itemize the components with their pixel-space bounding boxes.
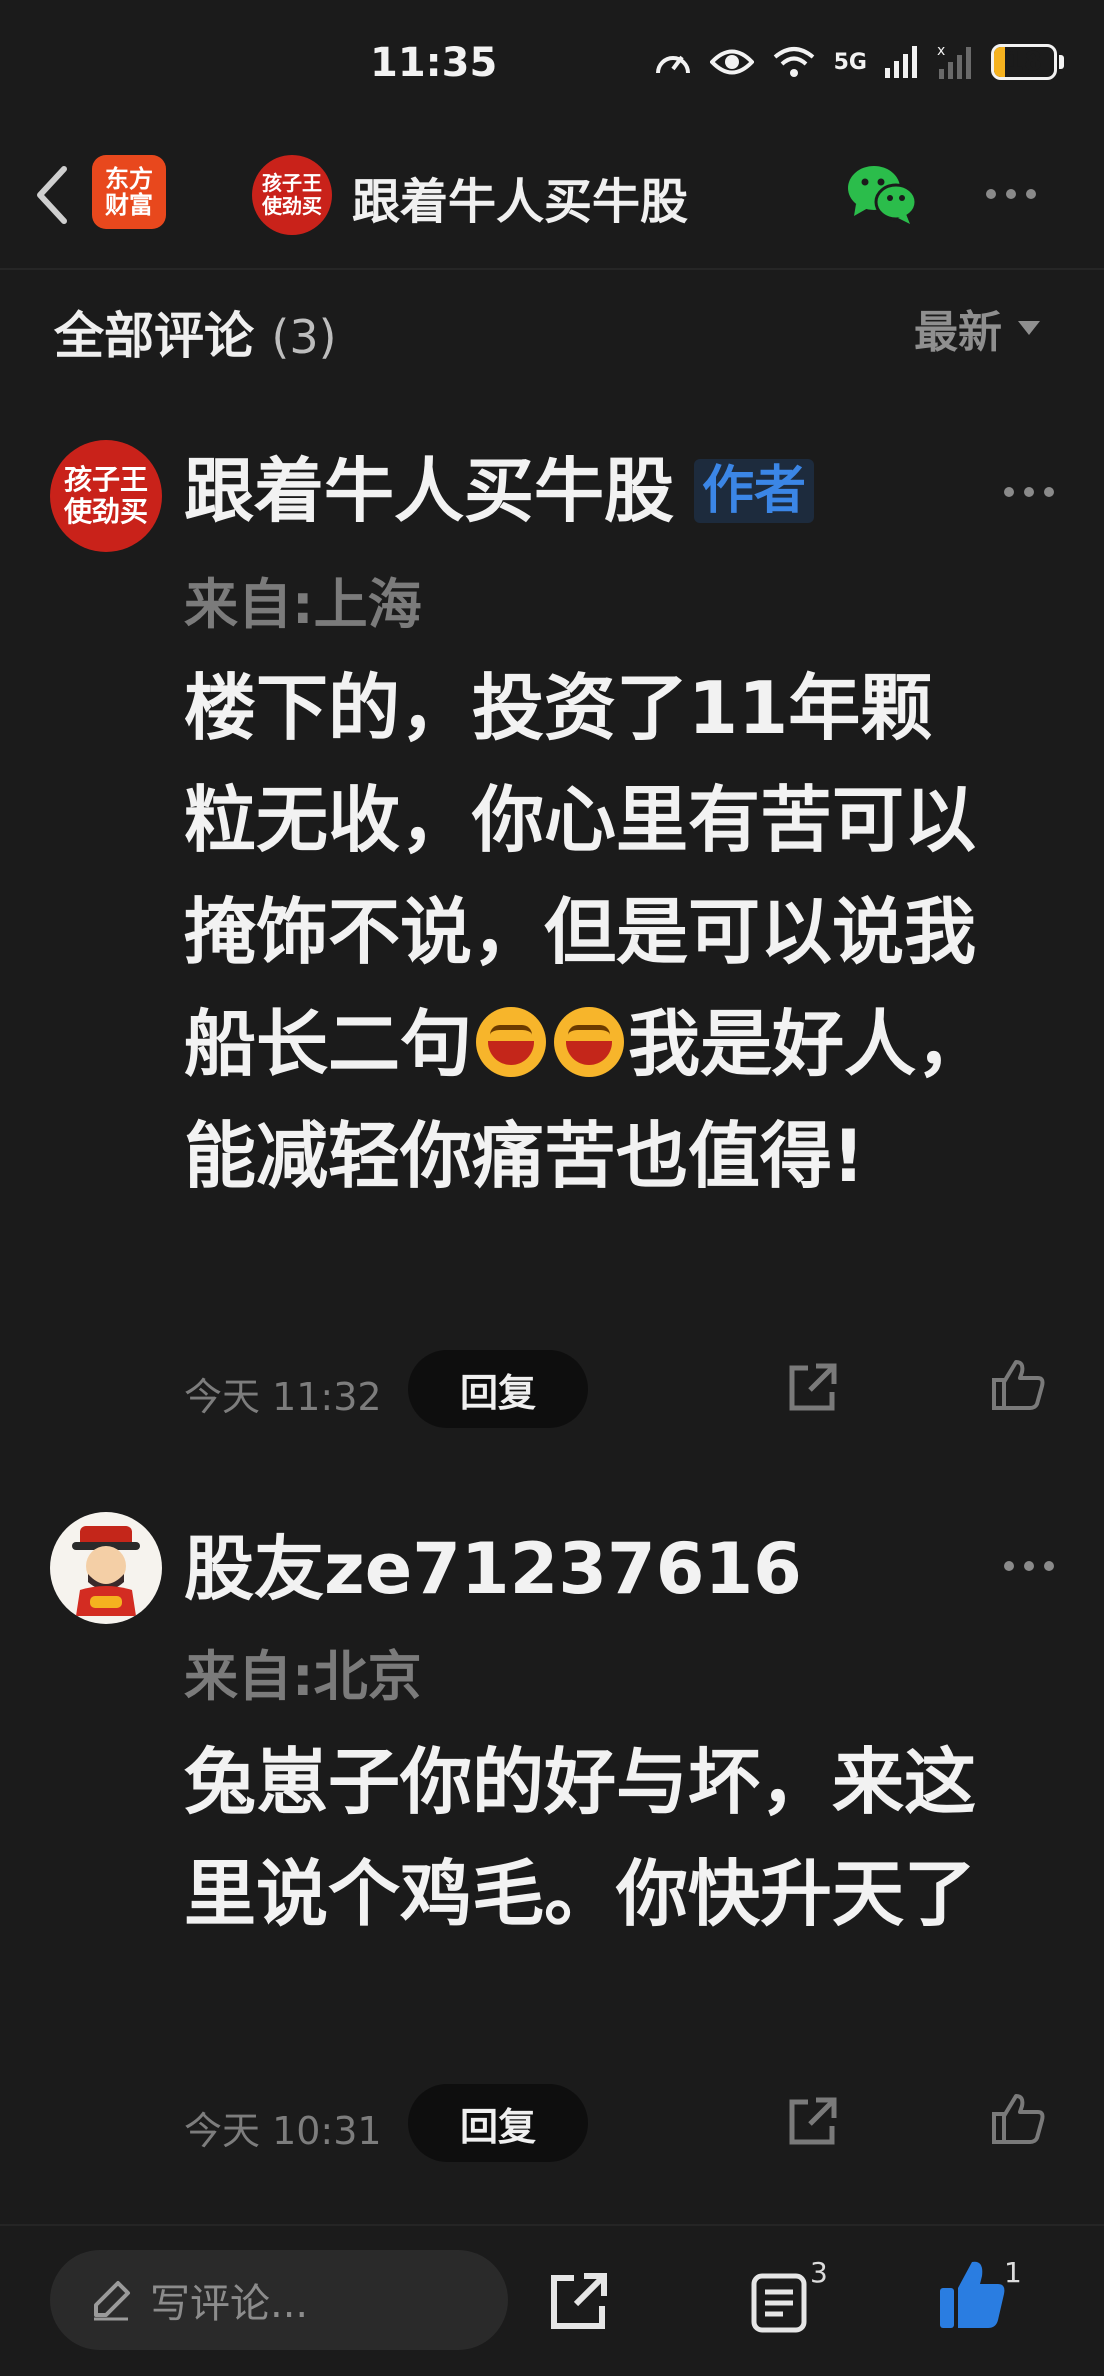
share-comment-button[interactable] <box>784 1360 840 1420</box>
share-post-button[interactable] <box>546 2270 610 2338</box>
signal-weak-icon: x <box>937 45 971 79</box>
app-logo-line1: 东方 <box>105 164 153 193</box>
bar-avatar[interactable]: 孩子王 使劲买 <box>252 155 332 235</box>
avatar-line1: 孩子王 <box>63 462 148 496</box>
thumbs-up-icon <box>992 2094 1045 2144</box>
reply-button[interactable]: 回复 <box>408 1350 588 1428</box>
app-logo[interactable]: 东方 财富 <box>92 155 166 229</box>
comment-username[interactable]: 股友ze71237616 <box>184 1534 802 1604</box>
status-time: 11:35 <box>370 40 498 86</box>
comment-text: 兔崽子你的好与坏，来这里说个鸡毛。你快升天了 <box>184 1740 977 1936</box>
share-comment-button[interactable] <box>784 2094 840 2154</box>
laughing-emoji-icon <box>554 1007 625 1077</box>
comments-heading-count: (3) <box>271 310 337 364</box>
more-horizontal-icon <box>986 189 996 199</box>
pencil-icon <box>94 2281 130 2321</box>
write-comment-input[interactable]: 写评论... <box>50 2250 508 2350</box>
caishen-avatar-icon <box>72 1526 140 1616</box>
comment-input-placeholder: 写评论... <box>150 2281 309 2327</box>
comment-more-button[interactable] <box>1004 482 1064 502</box>
battery-percent: 18 <box>1005 47 1043 77</box>
wifi-icon <box>773 47 814 77</box>
status-icons: 5G x 18 <box>654 44 1064 80</box>
likes-count-badge: 1 <box>1004 2256 1022 2289</box>
thumbs-up-filled-icon <box>940 2261 1005 2328</box>
like-comment-button[interactable] <box>990 2090 1046 2150</box>
comment-timestamp: 今天 10:31 <box>184 2109 382 2153</box>
comment-avatar[interactable] <box>50 1512 162 1624</box>
comment-more-button[interactable] <box>1004 1556 1064 1576</box>
bar-title[interactable]: 跟着牛人买牛股 <box>352 162 688 232</box>
avatar-line2: 使劲买 <box>63 495 148 528</box>
author-badge: 作者 <box>694 459 815 523</box>
comment-text: 楼下的，投资了11年颗粒无收，你心里有苦可以掩饰不说，但是可以说我船长二句 我是好… <box>184 652 1004 1212</box>
caret-down-icon <box>1018 321 1040 335</box>
wechat-icon <box>848 166 918 224</box>
more-options-button[interactable] <box>986 182 1046 206</box>
svg-text:x: x <box>937 45 945 59</box>
laughing-emoji-icon <box>476 1007 547 1077</box>
avatar-line1: 孩子王 <box>262 171 322 195</box>
sort-dropdown[interactable]: 最新 <box>914 296 1040 360</box>
comment-avatar[interactable]: 孩子王 使劲买 <box>50 440 162 552</box>
more-horizontal-icon <box>1004 487 1014 497</box>
bottom-divider <box>0 2224 1104 2226</box>
reply-button[interactable]: 回复 <box>408 2084 588 2162</box>
speed-icon <box>655 55 690 74</box>
comments-count-badge: 3 <box>810 2256 828 2289</box>
like-post-button[interactable] <box>938 2256 1008 2336</box>
network-label: 5G <box>833 49 867 75</box>
comment-list-icon <box>751 2273 807 2333</box>
share-external-icon <box>789 2097 837 2145</box>
nav-divider <box>0 268 1104 270</box>
more-horizontal-icon <box>1004 1561 1014 1571</box>
comments-heading: 全部评论 (3) <box>54 296 337 368</box>
comment-header: 跟着牛人买牛股 作者 <box>184 456 815 526</box>
share-external-icon <box>551 2273 607 2329</box>
thumbs-up-icon <box>992 1360 1045 1410</box>
signal-icon <box>885 46 917 78</box>
comments-heading-label: 全部评论 <box>54 307 254 365</box>
battery-indicator: 18 <box>991 44 1064 80</box>
app-logo-line2: 财富 <box>105 191 153 219</box>
back-button[interactable] <box>22 160 82 230</box>
comments-list-button[interactable] <box>750 2272 808 2338</box>
wechat-share-button[interactable] <box>846 162 918 226</box>
share-external-icon <box>789 1363 837 1411</box>
chevron-left-icon <box>37 166 67 224</box>
sort-label: 最新 <box>914 307 1002 358</box>
like-comment-button[interactable] <box>990 1356 1046 1416</box>
avatar-line2: 使劲买 <box>262 194 322 218</box>
eye-icon <box>709 49 754 75</box>
comment-location: 来自:北京 <box>184 1645 422 1708</box>
comment-username[interactable]: 跟着牛人买牛股 <box>184 456 674 526</box>
comment-location: 来自:上海 <box>184 573 422 636</box>
comment-timestamp: 今天 11:32 <box>184 1375 382 1419</box>
